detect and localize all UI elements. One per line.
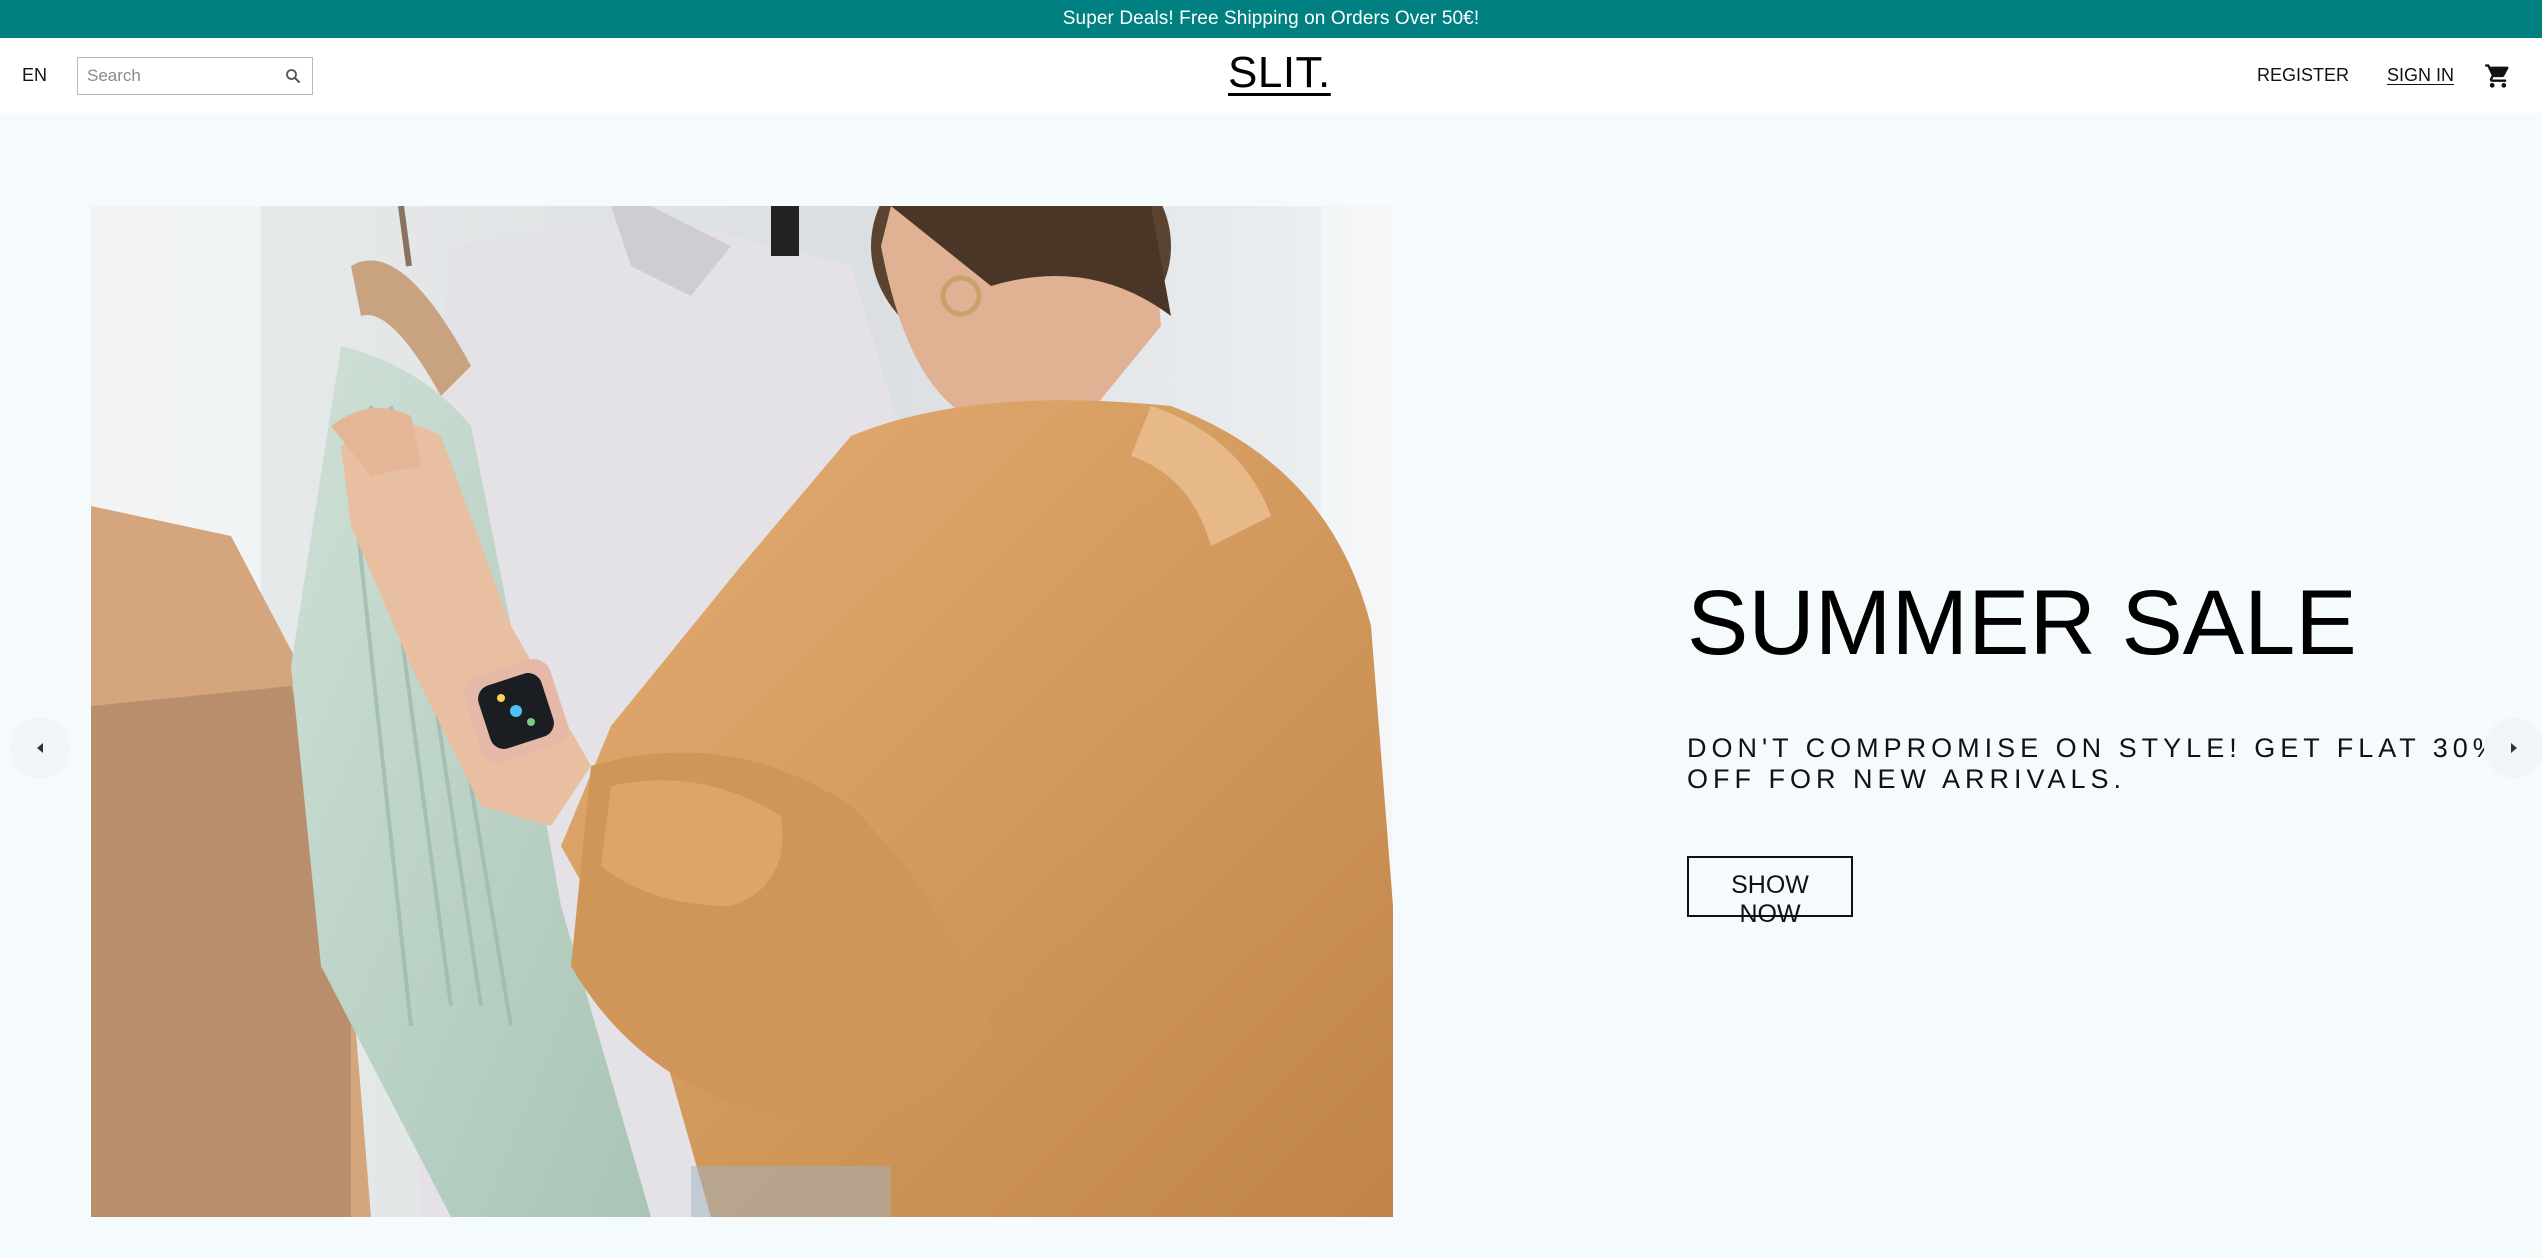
sign-in-link[interactable]: SIGN IN — [2387, 65, 2454, 86]
arrow-left-icon — [37, 743, 43, 753]
shopping-cart-icon[interactable] — [2484, 62, 2512, 90]
search-container — [77, 56, 314, 95]
hero-photo-illustration — [91, 206, 1393, 1217]
announcement-text: Super Deals! Free Shipping on Orders Ove… — [1062, 8, 1480, 29]
slider-prev-button[interactable] — [10, 718, 70, 778]
show-now-button[interactable]: SHOW NOW — [1687, 856, 1853, 928]
arrow-right-icon — [2511, 743, 2517, 753]
hero-slider: SUMMER SALE DON'T COMPROMISE ON STYLE! G… — [0, 113, 2542, 1258]
language-selector[interactable]: EN — [22, 65, 47, 86]
search-input[interactable] — [87, 65, 285, 86]
slider-next-button[interactable] — [2484, 718, 2542, 778]
navbar-left: EN — [0, 56, 314, 95]
navbar: EN SLIT. REGISTER SIGN IN — [0, 38, 2542, 113]
hero-description: DON'T COMPROMISE ON STYLE! GET FLAT 30% … — [1687, 733, 2502, 794]
hero-image — [91, 206, 1393, 1217]
search-icon[interactable] — [284, 67, 302, 85]
hero-title: SUMMER SALE — [1687, 572, 2357, 674]
register-link[interactable]: REGISTER — [2257, 65, 2349, 86]
hero-text-block: SUMMER SALE DON'T COMPROMISE ON STYLE! G… — [1687, 572, 2507, 928]
site-logo[interactable]: SLIT. — [1228, 48, 1331, 98]
navbar-right: REGISTER SIGN IN — [2219, 38, 2512, 113]
announcement-bar: Super Deals! Free Shipping on Orders Ove… — [0, 0, 2542, 38]
